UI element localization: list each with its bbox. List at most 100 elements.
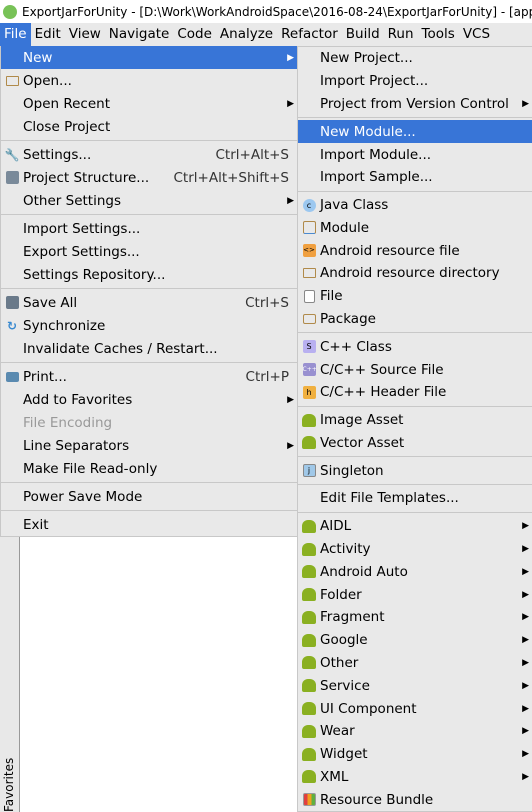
menu-navigate[interactable]: Navigate [105, 23, 174, 46]
menu-code[interactable]: Code [173, 23, 216, 46]
menu-item-label: Image Asset [320, 412, 404, 429]
menu-item-service[interactable]: Service ▶ [298, 674, 532, 697]
menu-item-import-settings[interactable]: Import Settings... [1, 217, 297, 240]
menu-item-edit-file-templates[interactable]: Edit File Templates... [298, 487, 532, 510]
submenu-arrow-icon: ▶ [522, 612, 529, 623]
menu-tools[interactable]: Tools [418, 23, 459, 46]
android-icon [298, 679, 320, 693]
menu-item-android-auto[interactable]: Android Auto ▶ [298, 560, 532, 583]
menu-item-label: Singleton [320, 462, 384, 479]
menu-item-folder[interactable]: Folder ▶ [298, 583, 532, 606]
menu-bar: File Edit View Navigate Code Analyze Refactor B… [0, 23, 532, 46]
menu-item-label: Project from Version Control [320, 95, 509, 112]
menu-item-java-class[interactable]: c Java Class [298, 194, 532, 217]
menu-item-label: Widget [320, 746, 368, 763]
menu-item-print[interactable]: Print... Ctrl+P [1, 365, 297, 388]
menu-item-other[interactable]: Other ▶ [298, 652, 532, 675]
android-icon [298, 610, 320, 624]
menu-analyze[interactable]: Analyze [216, 23, 277, 46]
menu-item-label: Export Settings... [23, 243, 140, 260]
menu-item-widget[interactable]: Widget ▶ [298, 743, 532, 766]
package-icon [298, 314, 320, 325]
menu-item-resource-bundle[interactable]: Resource Bundle [298, 788, 532, 811]
menu-item-vector-asset[interactable]: Vector Asset [298, 432, 532, 455]
menu-item-android-resource-file[interactable]: <> Android resource file [298, 239, 532, 262]
menu-item-label: Vector Asset [320, 434, 405, 451]
menu-item-label: Import Project... [320, 73, 429, 90]
project-structure-icon [1, 171, 23, 184]
menu-file[interactable]: File [0, 23, 31, 46]
menu-item-ui-component[interactable]: UI Component ▶ [298, 697, 532, 720]
menu-item-project-structure[interactable]: Project Structure... Ctrl+Alt+Shift+S [1, 166, 297, 189]
menu-item-export-settings[interactable]: Export Settings... [1, 240, 297, 263]
menu-item-image-asset[interactable]: Image Asset [298, 409, 532, 432]
menu-item-settings-repository[interactable]: Settings Repository... [1, 263, 297, 286]
menu-item-label: C/C++ Header File [320, 384, 447, 401]
new-submenu: New Project... Import Project... Project f… [297, 46, 532, 812]
menu-item-label: Synchronize [23, 317, 106, 334]
java-class-icon: c [298, 198, 320, 212]
menu-item-label: Fragment [320, 609, 385, 626]
menu-item-c-c-header-file[interactable]: h C/C++ Header File [298, 381, 532, 404]
menu-item-exit[interactable]: Exit [1, 513, 297, 536]
menu-edit[interactable]: Edit [31, 23, 65, 46]
menu-item-project-from-version-control[interactable]: Project from Version Control ▶ [298, 93, 532, 116]
android-icon [298, 702, 320, 716]
menu-item-fragment[interactable]: Fragment ▶ [298, 606, 532, 629]
menu-item-new[interactable]: New ▶ [1, 46, 297, 69]
menu-item-open[interactable]: Open... [1, 69, 297, 92]
menu-item-new-module[interactable]: New Module... [298, 120, 532, 144]
menu-build[interactable]: Build [342, 23, 384, 46]
submenu-arrow-icon: ▶ [522, 726, 529, 737]
menu-item-import-module[interactable]: Import Module... [298, 143, 532, 166]
menu-item-google[interactable]: Google ▶ [298, 629, 532, 652]
menu-item-import-sample[interactable]: Import Sample... [298, 166, 532, 189]
menu-item-import-project[interactable]: Import Project... [298, 70, 532, 93]
menu-item-save-all[interactable]: Save All Ctrl+S [1, 291, 297, 314]
menu-item-package[interactable]: Package [298, 308, 532, 331]
menu-item-make-file-read-only[interactable]: Make File Read-only [1, 457, 297, 480]
resource-bundle-icon [298, 793, 320, 807]
favorites-side-tab[interactable]: Favorites [0, 531, 20, 812]
menu-item-module[interactable]: Module [298, 216, 532, 239]
menu-item-line-separators[interactable]: Line Separators ▶ [1, 434, 297, 457]
menu-vcs[interactable]: VCS [459, 23, 494, 46]
menu-item-synchronize[interactable]: ↻ Synchronize [1, 314, 297, 337]
submenu-arrow-icon: ▶ [522, 749, 529, 760]
submenu-arrow-icon: ▶ [522, 566, 529, 577]
menu-item-file[interactable]: File [298, 285, 532, 308]
menu-item-c-c-source-file[interactable]: C++ C/C++ Source File [298, 358, 532, 381]
menu-item-open-recent[interactable]: Open Recent ▶ [1, 92, 297, 115]
shortcut-label: Ctrl+Alt+Shift+S [173, 169, 290, 186]
menu-item-add-to-favorites[interactable]: Add to Favorites ▶ [1, 388, 297, 411]
menu-item-xml[interactable]: XML ▶ [298, 766, 532, 789]
menu-item-label: C/C++ Source File [320, 361, 444, 378]
folder-icon [1, 75, 23, 86]
menu-item-invalidate-caches-restart[interactable]: Invalidate Caches / Restart... [1, 337, 297, 360]
menu-item-c-class[interactable]: S C++ Class [298, 335, 532, 358]
menu-item-aidl[interactable]: AIDL ▶ [298, 515, 532, 538]
menu-view[interactable]: View [65, 23, 105, 46]
menu-item-wear[interactable]: Wear ▶ [298, 720, 532, 743]
menu-item-label: New [23, 49, 53, 66]
menu-item-activity[interactable]: Activity ▶ [298, 538, 532, 561]
cpp-class-icon: S [298, 340, 320, 354]
module-icon [298, 221, 320, 235]
menu-item-label: Settings Repository... [23, 266, 166, 283]
menu-item-label: Open... [23, 72, 72, 89]
menu-item-label: Import Module... [320, 146, 432, 163]
menu-run[interactable]: Run [384, 23, 418, 46]
menu-item-other-settings[interactable]: Other Settings ▶ [1, 189, 297, 212]
menu-item-close-project[interactable]: Close Project [1, 115, 297, 138]
android-icon [298, 770, 320, 784]
menu-item-label: UI Component [320, 700, 417, 717]
menu-item-power-save-mode[interactable]: Power Save Mode [1, 485, 297, 508]
android-icon [298, 519, 320, 533]
menu-refactor[interactable]: Refactor [277, 23, 342, 46]
menu-item-file-encoding[interactable]: File Encoding [1, 411, 297, 434]
menu-item-android-resource-directory[interactable]: Android resource directory [298, 262, 532, 285]
menu-item-settings[interactable]: 🔧 Settings... Ctrl+Alt+S [1, 143, 297, 166]
menu-item-new-project[interactable]: New Project... [298, 47, 532, 70]
menu-item-singleton[interactable]: j Singleton [298, 459, 532, 482]
android-studio-logo-icon [3, 4, 17, 19]
